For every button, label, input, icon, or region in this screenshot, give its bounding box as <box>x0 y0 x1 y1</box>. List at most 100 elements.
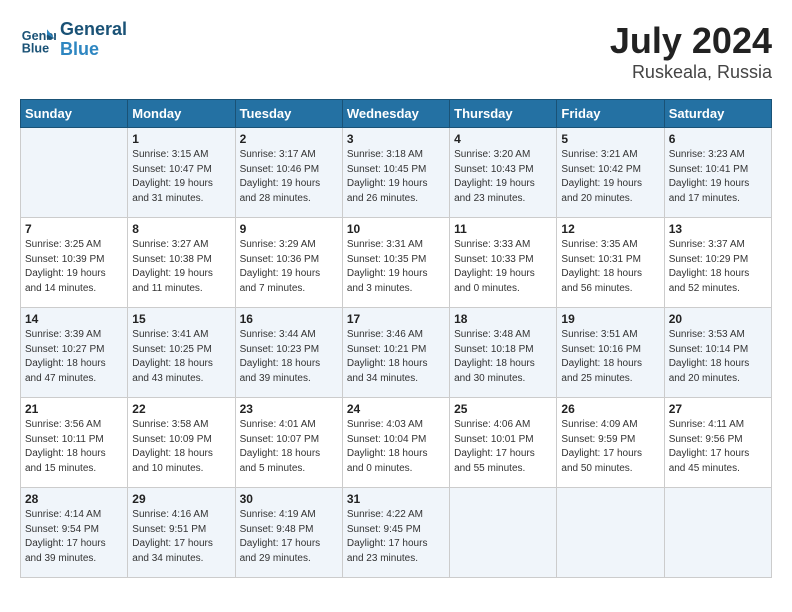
day-info: Sunrise: 4:03 AM Sunset: 10:04 PM Daylig… <box>347 418 445 476</box>
day-cell: 10 Sunrise: 3:31 AM Sunset: 10:35 PM Dayl… <box>342 218 449 308</box>
day-cell: 16 Sunrise: 3:44 AM Sunset: 10:23 PM Dayl… <box>235 308 342 398</box>
day-header-sunday: Sunday <box>21 100 128 128</box>
days-header-row: SundayMondayTuesdayWednesdayThursdayFrid… <box>21 100 772 128</box>
day-number: 19 <box>561 312 659 326</box>
day-header-saturday: Saturday <box>664 100 771 128</box>
day-number: 6 <box>669 132 767 146</box>
day-cell: 26 Sunrise: 4:09 AM Sunset: 9:59 PM Dayli… <box>557 398 664 488</box>
day-info: Sunrise: 4:16 AM Sunset: 9:51 PM Dayligh… <box>132 508 230 566</box>
day-cell: 29 Sunrise: 4:16 AM Sunset: 9:51 PM Dayli… <box>128 488 235 578</box>
day-number: 10 <box>347 222 445 236</box>
day-cell: 18 Sunrise: 3:48 AM Sunset: 10:18 PM Dayl… <box>450 308 557 398</box>
logo: General Blue General Blue <box>20 20 127 60</box>
day-cell: 3 Sunrise: 3:18 AM Sunset: 10:45 PM Dayli… <box>342 128 449 218</box>
day-number: 9 <box>240 222 338 236</box>
week-row-1: 1 Sunrise: 3:15 AM Sunset: 10:47 PM Dayli… <box>21 128 772 218</box>
day-info: Sunrise: 4:14 AM Sunset: 9:54 PM Dayligh… <box>25 508 123 566</box>
day-info: Sunrise: 3:53 AM Sunset: 10:14 PM Daylig… <box>669 328 767 386</box>
day-cell <box>450 488 557 578</box>
day-number: 2 <box>240 132 338 146</box>
day-header-monday: Monday <box>128 100 235 128</box>
day-cell: 11Sunrise: 3:33 AM Sunset: 10:33 PM Dayl… <box>450 218 557 308</box>
day-info: Sunrise: 4:01 AM Sunset: 10:07 PM Daylig… <box>240 418 338 476</box>
day-cell: 9Sunrise: 3:29 AM Sunset: 10:36 PM Dayli… <box>235 218 342 308</box>
day-cell: 13 Sunrise: 3:37 AM Sunset: 10:29 PM Dayl… <box>664 218 771 308</box>
day-cell: 17Sunrise: 3:46 AM Sunset: 10:21 PM Dayl… <box>342 308 449 398</box>
day-number: 1 <box>132 132 230 146</box>
day-cell <box>557 488 664 578</box>
day-info: Sunrise: 3:17 AM Sunset: 10:46 PM Daylig… <box>240 148 338 206</box>
day-number: 22 <box>132 402 230 416</box>
day-cell: 20 Sunrise: 3:53 AM Sunset: 10:14 PM Dayl… <box>664 308 771 398</box>
day-cell: 28 Sunrise: 4:14 AM Sunset: 9:54 PM Dayli… <box>21 488 128 578</box>
day-number: 13 <box>669 222 767 236</box>
day-number: 23 <box>240 402 338 416</box>
day-number: 16 <box>240 312 338 326</box>
day-number: 12 <box>561 222 659 236</box>
day-info: Sunrise: 4:06 AM Sunset: 10:01 PM Daylig… <box>454 418 552 476</box>
day-info: Sunrise: 3:21 AM Sunset: 10:42 PM Daylig… <box>561 148 659 206</box>
calendar-table: SundayMondayTuesdayWednesdayThursdayFrid… <box>20 99 772 578</box>
day-info: Sunrise: 3:18 AM Sunset: 10:45 PM Daylig… <box>347 148 445 206</box>
day-info: Sunrise: 4:11 AM Sunset: 9:56 PM Dayligh… <box>669 418 767 476</box>
day-info: Sunrise: 4:22 AM Sunset: 9:45 PM Dayligh… <box>347 508 445 566</box>
day-info: Sunrise: 3:48 AM Sunset: 10:18 PM Daylig… <box>454 328 552 386</box>
day-number: 26 <box>561 402 659 416</box>
day-header-thursday: Thursday <box>450 100 557 128</box>
day-number: 11 <box>454 222 552 236</box>
day-info: Sunrise: 3:44 AM Sunset: 10:23 PM Daylig… <box>240 328 338 386</box>
day-info: Sunrise: 3:15 AM Sunset: 10:47 PM Daylig… <box>132 148 230 206</box>
logo-general: General <box>60 20 127 40</box>
day-header-wednesday: Wednesday <box>342 100 449 128</box>
day-cell: 25 Sunrise: 4:06 AM Sunset: 10:01 PM Dayl… <box>450 398 557 488</box>
location-title: Ruskeala, Russia <box>610 62 772 83</box>
day-number: 5 <box>561 132 659 146</box>
day-number: 18 <box>454 312 552 326</box>
day-info: Sunrise: 3:25 AM Sunset: 10:39 PM Daylig… <box>25 238 123 296</box>
svg-text:Blue: Blue <box>22 41 49 55</box>
month-year-title: July 2024 <box>610 20 772 62</box>
day-cell: 14 Sunrise: 3:39 AM Sunset: 10:27 PM Dayl… <box>21 308 128 398</box>
day-cell <box>21 128 128 218</box>
day-cell: 2 Sunrise: 3:17 AM Sunset: 10:46 PM Dayli… <box>235 128 342 218</box>
day-number: 30 <box>240 492 338 506</box>
day-header-friday: Friday <box>557 100 664 128</box>
day-info: Sunrise: 3:39 AM Sunset: 10:27 PM Daylig… <box>25 328 123 386</box>
day-info: Sunrise: 4:19 AM Sunset: 9:48 PM Dayligh… <box>240 508 338 566</box>
day-number: 28 <box>25 492 123 506</box>
title-block: July 2024 Ruskeala, Russia <box>610 20 772 83</box>
day-number: 20 <box>669 312 767 326</box>
day-number: 31 <box>347 492 445 506</box>
day-info: Sunrise: 4:09 AM Sunset: 9:59 PM Dayligh… <box>561 418 659 476</box>
day-number: 7 <box>25 222 123 236</box>
day-info: Sunrise: 3:20 AM Sunset: 10:43 PM Daylig… <box>454 148 552 206</box>
day-info: Sunrise: 3:37 AM Sunset: 10:29 PM Daylig… <box>669 238 767 296</box>
day-cell: 24Sunrise: 4:03 AM Sunset: 10:04 PM Dayl… <box>342 398 449 488</box>
day-cell: 7 Sunrise: 3:25 AM Sunset: 10:39 PM Dayli… <box>21 218 128 308</box>
day-number: 14 <box>25 312 123 326</box>
day-cell: 23 Sunrise: 4:01 AM Sunset: 10:07 PM Dayl… <box>235 398 342 488</box>
day-cell: 31 Sunrise: 4:22 AM Sunset: 9:45 PM Dayli… <box>342 488 449 578</box>
logo-blue: Blue <box>60 40 127 60</box>
week-row-4: 21Sunrise: 3:56 AM Sunset: 10:11 PM Dayl… <box>21 398 772 488</box>
day-number: 25 <box>454 402 552 416</box>
day-cell: 12 Sunrise: 3:35 AM Sunset: 10:31 PM Dayl… <box>557 218 664 308</box>
day-info: Sunrise: 3:27 AM Sunset: 10:38 PM Daylig… <box>132 238 230 296</box>
day-info: Sunrise: 3:31 AM Sunset: 10:35 PM Daylig… <box>347 238 445 296</box>
day-cell <box>664 488 771 578</box>
day-number: 4 <box>454 132 552 146</box>
day-number: 29 <box>132 492 230 506</box>
day-cell: 15Sunrise: 3:41 AM Sunset: 10:25 PM Dayl… <box>128 308 235 398</box>
day-number: 3 <box>347 132 445 146</box>
week-row-2: 7 Sunrise: 3:25 AM Sunset: 10:39 PM Dayli… <box>21 218 772 308</box>
day-info: Sunrise: 3:35 AM Sunset: 10:31 PM Daylig… <box>561 238 659 296</box>
day-cell: 27 Sunrise: 4:11 AM Sunset: 9:56 PM Dayli… <box>664 398 771 488</box>
day-cell: 22 Sunrise: 3:58 AM Sunset: 10:09 PM Dayl… <box>128 398 235 488</box>
day-info: Sunrise: 3:58 AM Sunset: 10:09 PM Daylig… <box>132 418 230 476</box>
day-cell: 1 Sunrise: 3:15 AM Sunset: 10:47 PM Dayli… <box>128 128 235 218</box>
day-number: 8 <box>132 222 230 236</box>
day-number: 27 <box>669 402 767 416</box>
day-cell: 30 Sunrise: 4:19 AM Sunset: 9:48 PM Dayli… <box>235 488 342 578</box>
day-info: Sunrise: 3:56 AM Sunset: 10:11 PM Daylig… <box>25 418 123 476</box>
week-row-3: 14 Sunrise: 3:39 AM Sunset: 10:27 PM Dayl… <box>21 308 772 398</box>
